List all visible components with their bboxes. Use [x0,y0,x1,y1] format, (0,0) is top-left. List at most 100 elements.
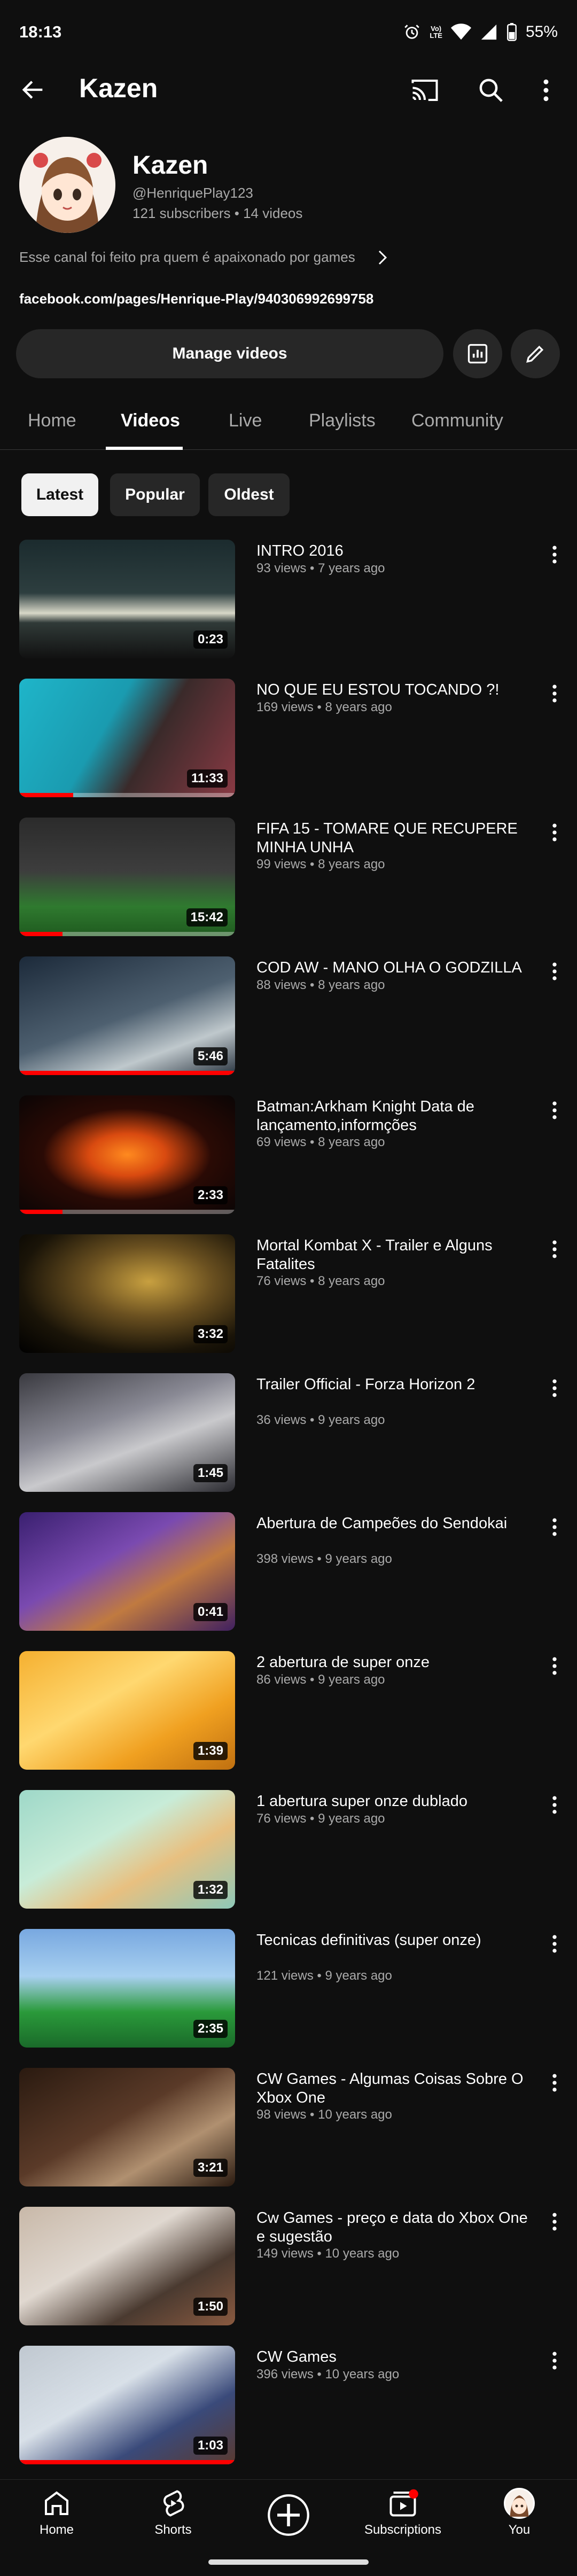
video-title[interactable]: Cw Games - preço e data do Xbox One e su… [256,2209,534,2246]
video-row[interactable]: 0:23 INTRO 2016 93 views • 7 years ago [0,540,577,668]
back-arrow-icon[interactable] [19,76,47,104]
more-vert-icon[interactable] [548,1793,561,1817]
edit-channel-button[interactable] [511,329,560,378]
video-row[interactable]: 2:35 Tecnicas definitivas (super onze) 121… [0,1929,577,2057]
more-vert-icon[interactable] [548,821,561,844]
more-vert-icon[interactable] [548,2071,561,2095]
video-thumbnail[interactable]: 1:03 [19,2346,235,2464]
video-title[interactable]: Trailer Official - Forza Horizon 2 [256,1375,534,1394]
nav-subscriptions[interactable]: Subscriptions [349,2487,456,2538]
video-meta: 398 views • 9 years ago [256,1552,392,1566]
status-time: 18:13 [19,22,62,41]
video-duration: 0:23 [193,631,228,649]
nav-you[interactable]: You [466,2487,573,2538]
alarm-icon [404,25,420,39]
video-thumbnail[interactable]: 1:45 [19,1373,235,1492]
tab-community[interactable]: Community [411,410,503,431]
video-thumbnail[interactable]: 5:46 [19,956,235,1075]
analytics-icon [467,344,488,364]
network-lte: LTE [430,32,442,40]
more-vert-icon[interactable] [548,1099,561,1122]
more-vert-icon[interactable] [548,1515,561,1539]
video-row[interactable]: 3:32 Mortal Kombat X - Trailer e Alguns F… [0,1234,577,1363]
video-row[interactable]: 2:33 Batman:Arkham Knight Data de lançame… [0,1095,577,1224]
nav-shorts[interactable]: Shorts [120,2487,227,2538]
video-row[interactable]: 15:42 FIFA 15 - TOMARE QUE RECUPERE MINHA… [0,818,577,946]
video-duration: 1:32 [193,1881,228,1899]
video-thumbnail[interactable]: 2:35 [19,1929,235,2048]
video-thumbnail[interactable]: 3:21 [19,2068,235,2186]
chip-latest[interactable]: Latest [21,473,98,516]
video-title[interactable]: INTRO 2016 [256,542,534,561]
video-title[interactable]: Batman:Arkham Knight Data de lançamento,… [256,1098,534,1135]
video-title[interactable]: Mortal Kombat X - Trailer e Alguns Fatal… [256,1236,534,1274]
more-vert-icon[interactable] [535,76,557,105]
video-thumbnail[interactable]: 1:50 [19,2207,235,2325]
video-row[interactable]: 1:39 2 abertura de super onze 86 views • 9… [0,1651,577,1779]
chip-oldest[interactable]: Oldest [208,473,290,516]
gesture-home-indicator[interactable] [208,2559,369,2565]
more-vert-icon[interactable] [548,1932,561,1956]
video-row[interactable]: 5:46 COD AW - MANO OLHA O GODZILLA 88 view… [0,956,577,1085]
tab-playlists[interactable]: Playlists [309,410,376,431]
video-title[interactable]: 2 abertura de super onze [256,1653,534,1672]
video-meta: 149 views • 10 years ago [256,2246,400,2261]
more-vert-icon[interactable] [548,543,561,566]
nav-create[interactable] [235,2487,342,2538]
video-row[interactable]: 11:33 NO QUE EU ESTOU TOCANDO ?! 169 views… [0,679,577,807]
more-vert-icon[interactable] [548,1238,561,1261]
video-meta: 99 views • 8 years ago [256,857,385,871]
more-vert-icon[interactable] [548,960,561,983]
manage-videos-button[interactable]: Manage videos [16,329,443,378]
video-title[interactable]: CW Games - Algumas Coisas Sobre O Xbox O… [256,2070,534,2107]
signal-icon [481,24,497,40]
channel-description[interactable]: Esse canal foi feito pra quem é apaixona… [19,249,388,266]
video-title[interactable]: Abertura de Campeões do Sendokai [256,1514,534,1533]
video-duration: 3:21 [193,2159,228,2177]
video-title[interactable]: CW Games [256,2348,534,2367]
more-vert-icon[interactable] [548,1376,561,1400]
nav-home[interactable]: Home [3,2487,110,2538]
video-thumbnail[interactable]: 15:42 [19,818,235,936]
channel-avatar[interactable] [19,137,115,233]
video-title[interactable]: Tecnicas definitivas (super onze) [256,1931,534,1950]
video-duration: 15:42 [186,908,228,927]
video-title[interactable]: COD AW - MANO OLHA O GODZILLA [256,959,534,977]
more-vert-icon[interactable] [548,682,561,705]
search-icon[interactable] [477,76,505,105]
video-thumbnail[interactable]: 1:39 [19,1651,235,1770]
tab-videos[interactable]: Videos [121,410,180,431]
more-vert-icon[interactable] [548,1654,561,1678]
you-avatar-icon [504,2488,535,2519]
video-row[interactable]: 1:50 Cw Games - preço e data do Xbox One … [0,2207,577,2335]
video-thumbnail[interactable]: 0:23 [19,540,235,658]
channel-link[interactable]: facebook.com/pages/Henrique-Play/9403069… [19,291,373,307]
video-thumbnail[interactable]: 3:32 [19,1234,235,1353]
tab-live[interactable]: Live [229,410,262,431]
analytics-button[interactable] [453,329,502,378]
tab-home[interactable]: Home [28,410,76,431]
video-row[interactable]: 0:41 Abertura de Campeões do Sendokai 398 … [0,1512,577,1640]
cast-icon[interactable] [410,76,439,105]
video-row[interactable]: 1:32 1 abertura super onze dublado 76 view… [0,1790,577,1918]
video-thumbnail[interactable]: 11:33 [19,679,235,797]
video-thumbnail[interactable]: 1:32 [19,1790,235,1909]
chip-popular[interactable]: Popular [110,473,200,516]
video-thumbnail[interactable]: 2:33 [19,1095,235,1214]
video-title[interactable]: 1 abertura super onze dublado [256,1792,534,1811]
network-type: Vo) LTE [430,25,442,39]
battery-percent: 55% [525,23,558,41]
channel-name: Kazen [132,151,208,180]
video-meta: 396 views • 10 years ago [256,2367,400,2382]
video-row[interactable]: 1:03 CW Games 396 views • 10 years ago [0,2346,577,2474]
video-duration: 11:33 [186,769,228,788]
video-thumbnail[interactable]: 0:41 [19,1512,235,1631]
home-icon [45,2491,68,2515]
status-icons: Vo) LTE 55% [403,23,558,41]
video-row[interactable]: 3:21 CW Games - Algumas Coisas Sobre O Xb… [0,2068,577,2196]
video-row[interactable]: 1:45 Trailer Official - Forza Horizon 2 36… [0,1373,577,1501]
video-title[interactable]: FIFA 15 - TOMARE QUE RECUPERE MINHA UNHA [256,820,534,857]
more-vert-icon[interactable] [548,2349,561,2372]
video-title[interactable]: NO QUE EU ESTOU TOCANDO ?! [256,681,534,699]
more-vert-icon[interactable] [548,2210,561,2233]
